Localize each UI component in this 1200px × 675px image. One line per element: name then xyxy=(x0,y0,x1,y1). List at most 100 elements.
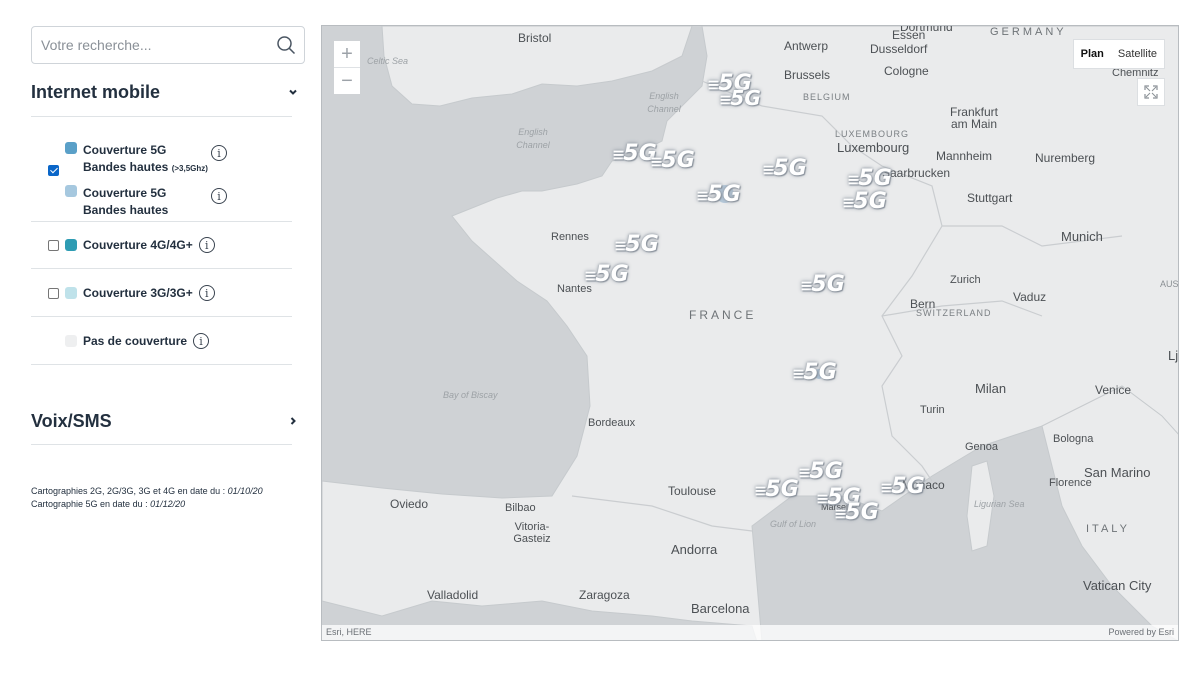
map-label-city: Saarbrucken xyxy=(882,166,951,180)
map-label-city: Zaragoza xyxy=(579,588,630,602)
5g-marker[interactable]: ≡5G xyxy=(880,474,925,499)
5g-marker[interactable]: ≡5G xyxy=(614,232,659,257)
map-label-city: Zurich xyxy=(950,274,981,286)
map-label-city: Cologne xyxy=(884,64,929,78)
search-input[interactable] xyxy=(32,27,268,63)
map-label-city: Essen xyxy=(892,28,926,42)
map-label-city: Luxembourg xyxy=(837,140,910,155)
5g-marker[interactable]: ≡5G xyxy=(754,477,799,502)
map-label-country: LUXEMBOURG xyxy=(835,129,910,139)
map-basemap xyxy=(322,26,1178,640)
satellite-button[interactable]: Satellite xyxy=(1111,48,1164,60)
5g-marker[interactable]: ≡5G xyxy=(834,500,879,525)
map-label-city: Stuttgart xyxy=(967,191,1013,205)
voix-sms-header[interactable]: Voix/SMS xyxy=(31,411,299,432)
layer-3g-checkbox[interactable] xyxy=(48,288,59,299)
map-label-city: Frankfurt am Main xyxy=(949,105,998,131)
5g-marker[interactable]: ≡5G xyxy=(842,189,887,214)
layer-3g: Couverture 3G/3G+ i xyxy=(48,285,215,301)
divider xyxy=(31,221,292,222)
map-label-city: San Marino xyxy=(1084,465,1151,480)
sidebar: Internet mobile Couverture 5G Bandes hau… xyxy=(0,0,310,675)
voix-sms-title: Voix/SMS xyxy=(31,411,112,431)
info-icon[interactable]: i xyxy=(198,237,215,253)
zoom-in-button[interactable]: + xyxy=(334,41,360,68)
zoom-out-button[interactable]: − xyxy=(334,68,360,95)
divider xyxy=(31,116,292,117)
no-coverage-label: Pas de couverture xyxy=(83,334,188,348)
map-label-country: FRANCE xyxy=(689,308,757,322)
divider xyxy=(31,444,292,445)
map-label-city: Valladolid xyxy=(427,588,479,602)
map-label-city: Barcelona xyxy=(691,601,750,616)
info-icon[interactable]: i xyxy=(198,285,215,301)
map-label-city: Venice xyxy=(1095,383,1132,397)
chevron-right-icon xyxy=(287,411,299,432)
attribution-source[interactable]: Esri, HERE xyxy=(326,627,372,638)
5g-marker[interactable]: ≡5G xyxy=(584,262,629,287)
map-label-city: Andorra xyxy=(671,542,718,557)
layer-5g-high-bands-plus: Couverture 5G Bandes hautes (>3,5Ghz) i xyxy=(48,142,227,177)
5g-marker[interactable]: ≡5G xyxy=(792,360,837,385)
map-label-city: Toulouse xyxy=(668,484,717,498)
map-label-city: Genoa xyxy=(965,441,999,453)
layer-4g-checkbox[interactable] xyxy=(48,240,59,251)
info-icon[interactable]: i xyxy=(211,145,227,161)
coverage-map[interactable]: Bristol Dortmund Essen GERMANY Antwerp D… xyxy=(321,25,1179,641)
legend-swatch-4g xyxy=(65,239,77,251)
map-label-city: Brussels xyxy=(784,68,831,82)
5g-marker[interactable]: ≡5G xyxy=(762,156,807,181)
layer-5g-high-label: Couverture 5G Bandes hautes (>3,5Ghz) xyxy=(83,143,208,174)
map-label-sea: English Channel xyxy=(647,91,681,114)
map-label-country: BELGIUM xyxy=(803,92,851,102)
divider xyxy=(31,316,292,317)
5g-marker[interactable]: ≡5G xyxy=(847,166,892,191)
fullscreen-icon[interactable] xyxy=(1137,78,1165,106)
map-label-sea: Ligurian Sea xyxy=(974,499,1025,509)
map-label-sea: English Channel xyxy=(516,127,550,150)
plan-button[interactable]: Plan xyxy=(1074,48,1111,60)
basemap-toggle: Plan Satellite xyxy=(1072,39,1165,69)
layer-5g-label: Couverture 5G Bandes hautes xyxy=(83,186,169,217)
map-label-city: Bilbao xyxy=(505,502,536,514)
map-label-city: Vaduz xyxy=(1013,290,1047,304)
map-label-country: ITALY xyxy=(1086,523,1130,535)
5g-marker[interactable]: ≡5G xyxy=(696,182,741,207)
map-label-sea: Celtic Sea xyxy=(367,56,409,66)
5g-marker[interactable]: ≡5G xyxy=(650,148,695,173)
map-label-city: Florence xyxy=(1049,477,1092,489)
data-date-footnote: Cartographies 2G, 2G/3G, 3G et 4G en dat… xyxy=(31,486,263,509)
layer-3g-label: Couverture 3G/3G+ xyxy=(83,286,193,300)
internet-mobile-header[interactable]: Internet mobile xyxy=(31,82,299,103)
5g-marker[interactable]: ≡5G xyxy=(798,459,843,484)
map-label-city: Bristol xyxy=(518,31,552,45)
map-label-city: Rennes xyxy=(551,231,589,243)
layer-5g-high-checkbox[interactable] xyxy=(48,165,59,176)
search-icon[interactable] xyxy=(268,27,304,63)
divider xyxy=(31,268,292,269)
legend-swatch-5g-high xyxy=(65,185,77,197)
map-label-city: Dusseldorf xyxy=(870,42,928,56)
info-icon[interactable]: i xyxy=(211,188,227,204)
map-attribution: Esri, HERE Powered by Esri xyxy=(322,625,1178,640)
zoom-controls: + − xyxy=(333,40,361,95)
internet-mobile-title: Internet mobile xyxy=(31,82,161,102)
map-label-city: Oviedo xyxy=(390,497,429,511)
5g-marker[interactable]: ≡5G xyxy=(719,86,761,110)
attribution-powered-by[interactable]: Powered by Esri xyxy=(1108,627,1174,638)
map-label-country: GERMANY xyxy=(990,26,1067,38)
info-icon[interactable]: i xyxy=(193,333,210,349)
search-box xyxy=(31,26,305,64)
map-label-city: Turin xyxy=(920,404,945,416)
map-label-country: SWITZERLAND xyxy=(916,308,992,318)
legend-swatch-5g-high-plus xyxy=(65,142,77,154)
layer-5g-high-bands: Couverture 5G Bandes hautes i xyxy=(65,185,227,219)
map-label-city: Nuremberg xyxy=(1035,151,1096,165)
layer-no-coverage: Pas de couverture i xyxy=(65,333,210,349)
map-label-city: Vatican City xyxy=(1083,578,1152,593)
chevron-down-icon xyxy=(287,82,299,103)
map-label-city: Vitoria-Gasteiz xyxy=(513,521,551,545)
layer-4g-label: Couverture 4G/4G+ xyxy=(83,238,193,252)
5g-marker[interactable]: ≡5G xyxy=(800,272,845,297)
map-label-sea: Gulf of Lion xyxy=(770,519,817,529)
